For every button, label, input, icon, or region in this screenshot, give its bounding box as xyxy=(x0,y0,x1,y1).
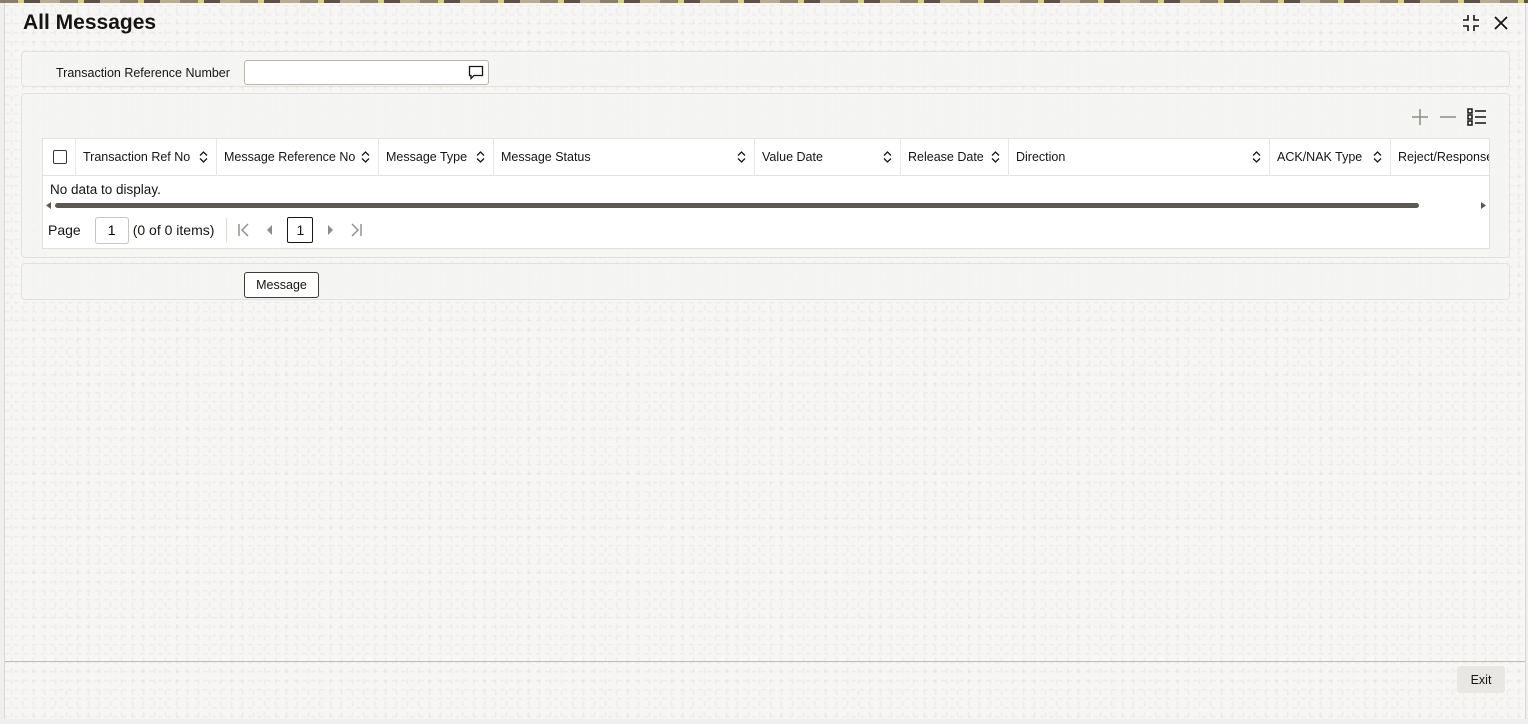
sort-icon[interactable] xyxy=(883,151,892,163)
add-row-icon[interactable] xyxy=(1411,108,1429,126)
grid-toolbar xyxy=(1411,108,1487,126)
scroll-right-icon[interactable] xyxy=(1481,202,1486,209)
scroll-left-icon[interactable] xyxy=(46,202,51,209)
scrollbar-thumb[interactable] xyxy=(55,203,1419,208)
sort-icon[interactable] xyxy=(476,151,485,163)
page-label: Page xyxy=(48,222,81,238)
collapse-icon[interactable] xyxy=(1461,13,1481,33)
current-page-indicator[interactable]: 1 xyxy=(287,217,314,243)
column-label: Message Status xyxy=(501,150,591,164)
window-controls xyxy=(1461,13,1509,33)
select-all-header xyxy=(43,139,76,176)
sort-icon[interactable] xyxy=(199,151,208,163)
sort-icon[interactable] xyxy=(737,151,746,163)
column-header-direction[interactable]: Direction xyxy=(1009,139,1270,176)
sort-icon[interactable] xyxy=(1373,151,1382,163)
column-header-transaction-ref-no[interactable]: Transaction Ref No xyxy=(76,139,217,176)
column-label: Reject/Response xyxy=(1398,150,1490,164)
column-label: Release Date xyxy=(908,150,984,164)
page-number-input[interactable] xyxy=(94,216,129,244)
horizontal-scrollbar[interactable] xyxy=(43,200,1489,210)
action-panel: Message xyxy=(21,263,1510,300)
close-icon[interactable] xyxy=(1493,15,1509,31)
all-messages-window: All Messages Transaction Reference Numbe… xyxy=(4,3,1526,719)
page-item-count: (0 of 0 items) xyxy=(132,222,215,238)
column-header-ack-nak-type[interactable]: ACK/NAK Type xyxy=(1270,139,1391,176)
remove-row-icon[interactable] xyxy=(1439,108,1457,126)
transaction-reference-input[interactable] xyxy=(245,61,455,84)
column-header-message-reference-no[interactable]: Message Reference No xyxy=(217,139,379,176)
pager-nav: 1 xyxy=(237,217,363,243)
pagination: Page (0 of 0 items) 1 xyxy=(48,216,363,244)
message-button[interactable]: Message xyxy=(244,272,319,298)
exit-button[interactable]: Exit xyxy=(1457,666,1505,693)
column-header-reject-response[interactable]: Reject/Response xyxy=(1391,139,1490,176)
footer-bar: Exit xyxy=(5,661,1525,719)
column-label: Transaction Ref No xyxy=(83,150,191,164)
filter-panel: Transaction Reference Number xyxy=(21,51,1510,87)
column-settings-icon[interactable] xyxy=(1467,108,1487,126)
pager-divider xyxy=(226,218,228,242)
column-header-value-date[interactable]: Value Date xyxy=(755,139,901,176)
next-page-icon[interactable] xyxy=(326,223,336,237)
sort-icon[interactable] xyxy=(361,151,370,163)
sort-icon[interactable] xyxy=(991,151,1000,163)
messages-grid-panel: Transaction Ref No Message Reference No … xyxy=(21,93,1510,258)
empty-table-message: No data to display. xyxy=(50,182,161,197)
table-header: Transaction Ref No Message Reference No … xyxy=(43,139,1490,176)
column-header-message-type[interactable]: Message Type xyxy=(379,139,494,176)
messages-table: Transaction Ref No Message Reference No … xyxy=(42,138,1490,249)
column-label: Message Reference No xyxy=(224,150,356,164)
transaction-reference-field[interactable] xyxy=(244,60,489,85)
column-header-message-status[interactable]: Message Status xyxy=(494,139,755,176)
last-page-icon[interactable] xyxy=(349,223,363,237)
transaction-reference-label: Transaction Reference Number xyxy=(56,66,230,80)
lov-search-icon[interactable] xyxy=(468,65,484,85)
column-label: ACK/NAK Type xyxy=(1277,150,1363,164)
sort-icon[interactable] xyxy=(1252,151,1261,163)
column-label: Value Date xyxy=(762,150,823,164)
previous-page-icon[interactable] xyxy=(264,223,274,237)
first-page-icon[interactable] xyxy=(237,223,251,237)
column-label: Direction xyxy=(1016,150,1066,164)
column-header-release-date[interactable]: Release Date xyxy=(901,139,1009,176)
column-label: Message Type xyxy=(386,150,468,164)
select-all-checkbox[interactable] xyxy=(53,150,67,164)
page-title: All Messages xyxy=(23,11,157,34)
